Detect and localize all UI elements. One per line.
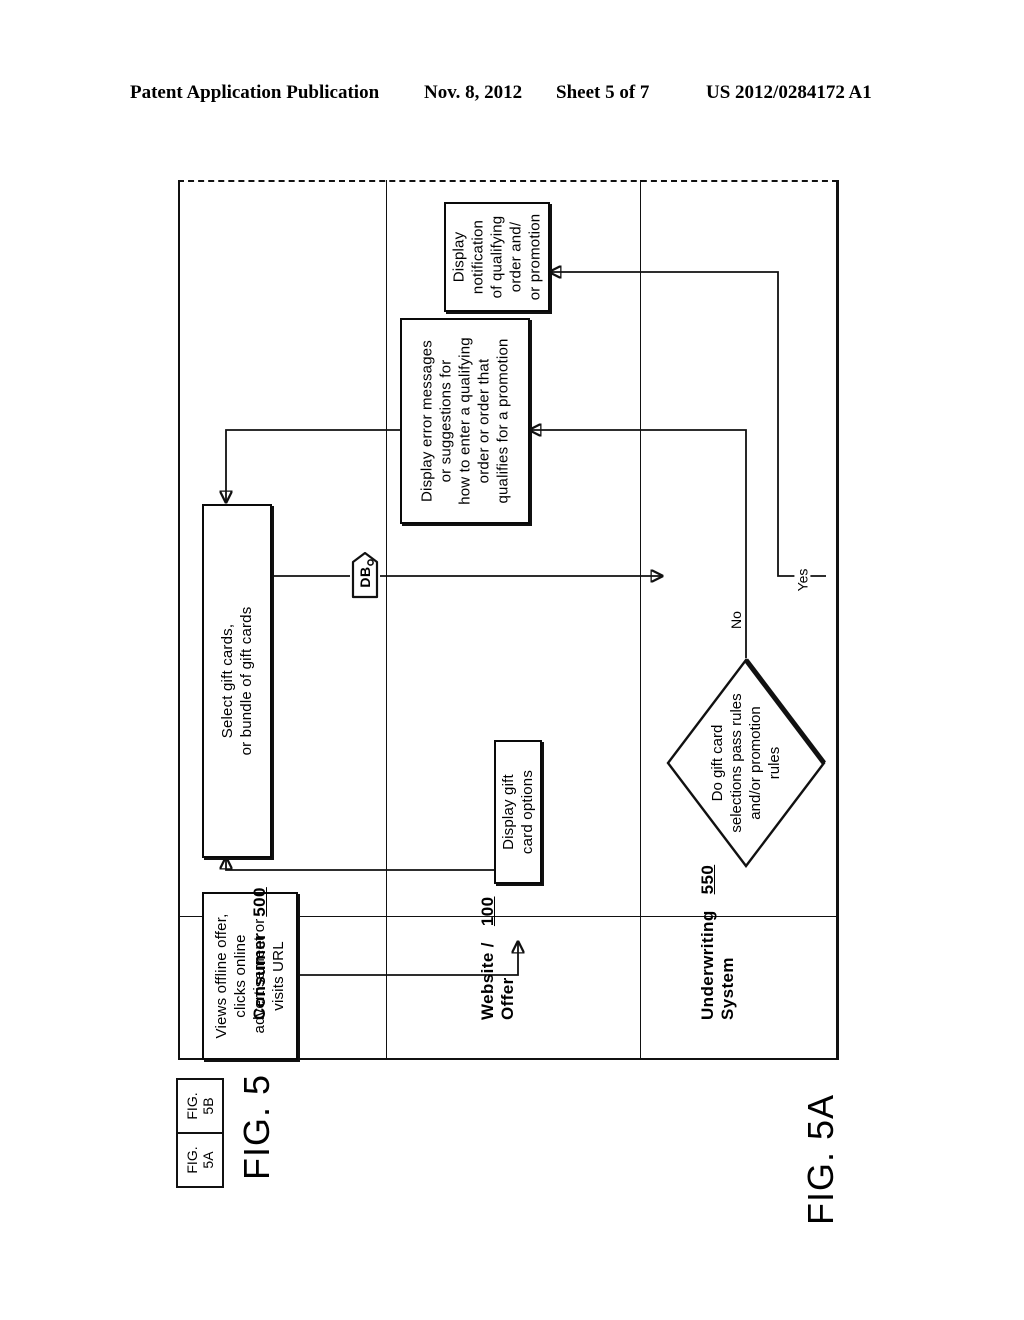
node-display-error-text: Display error messages or suggestions fo… [418, 337, 512, 505]
publication-title: Patent Application Publication [130, 82, 380, 103]
frame-left-boundary [178, 180, 180, 1060]
edge-label-no: No [727, 610, 744, 630]
figure-key-cell-5b: FIG. 5B [178, 1080, 222, 1132]
lane-label-underwriting-system: Underwriting System 550 [698, 864, 737, 1020]
edge-label-yes: Yes [794, 567, 811, 593]
node-select-gift-cards[interactable]: Select gift cards, or bundle of gift car… [202, 504, 272, 858]
node-display-card-options-text: Display gift card options [500, 769, 536, 855]
parent-figure-label: FIG. 5 [236, 1073, 277, 1180]
node-select-gift-cards-text: Select gift cards, or bundle of gift car… [219, 606, 255, 756]
frame-top-boundary [178, 180, 838, 182]
figure-key-cell-5b-text: FIG. 5B [184, 1092, 216, 1120]
figure-key-table: FIG. 5B FIG. 5A [176, 1078, 224, 1188]
node-decision-rules-text: Do gift card selections pass rules and/o… [709, 693, 783, 833]
publication-header: Patent Application Publication Nov. 8, 2… [0, 82, 1024, 112]
database-icon[interactable]: DB [350, 551, 380, 600]
publication-number: US 2012/0284172 A1 [706, 82, 872, 103]
publication-date: Nov. 8, 2012 [424, 82, 523, 103]
node-display-card-options[interactable]: Display gift card options [494, 740, 542, 884]
lane-label-website-offer: Website / Offer 100 [478, 896, 517, 1021]
node-decision-rules[interactable]: Do gift card selections pass rules and/o… [666, 658, 826, 868]
figure-key-cell-5a-text: FIG. 5A [184, 1146, 216, 1174]
lane-divider-2 [640, 180, 641, 1060]
node-display-notification[interactable]: Display notification of qualifying order… [444, 202, 550, 312]
node-display-error[interactable]: Display error messages or suggestions fo… [400, 318, 530, 524]
node-display-notification-text: Display notification of qualifying order… [450, 213, 544, 301]
lane-label-consumer: Consumer 500 [250, 887, 269, 1020]
database-label: DB [357, 566, 373, 588]
sheet-number: Sheet 5 of 7 [556, 82, 650, 103]
swimlane-flowchart: No Yes Views offline offer, clicks onlin… [178, 180, 839, 1060]
lane-divider-1 [386, 180, 387, 1060]
figure-label: FIG. 5A [800, 1093, 841, 1225]
frame-right-boundary [836, 180, 839, 1060]
figure-key-cell-5a: FIG. 5A [178, 1132, 222, 1186]
